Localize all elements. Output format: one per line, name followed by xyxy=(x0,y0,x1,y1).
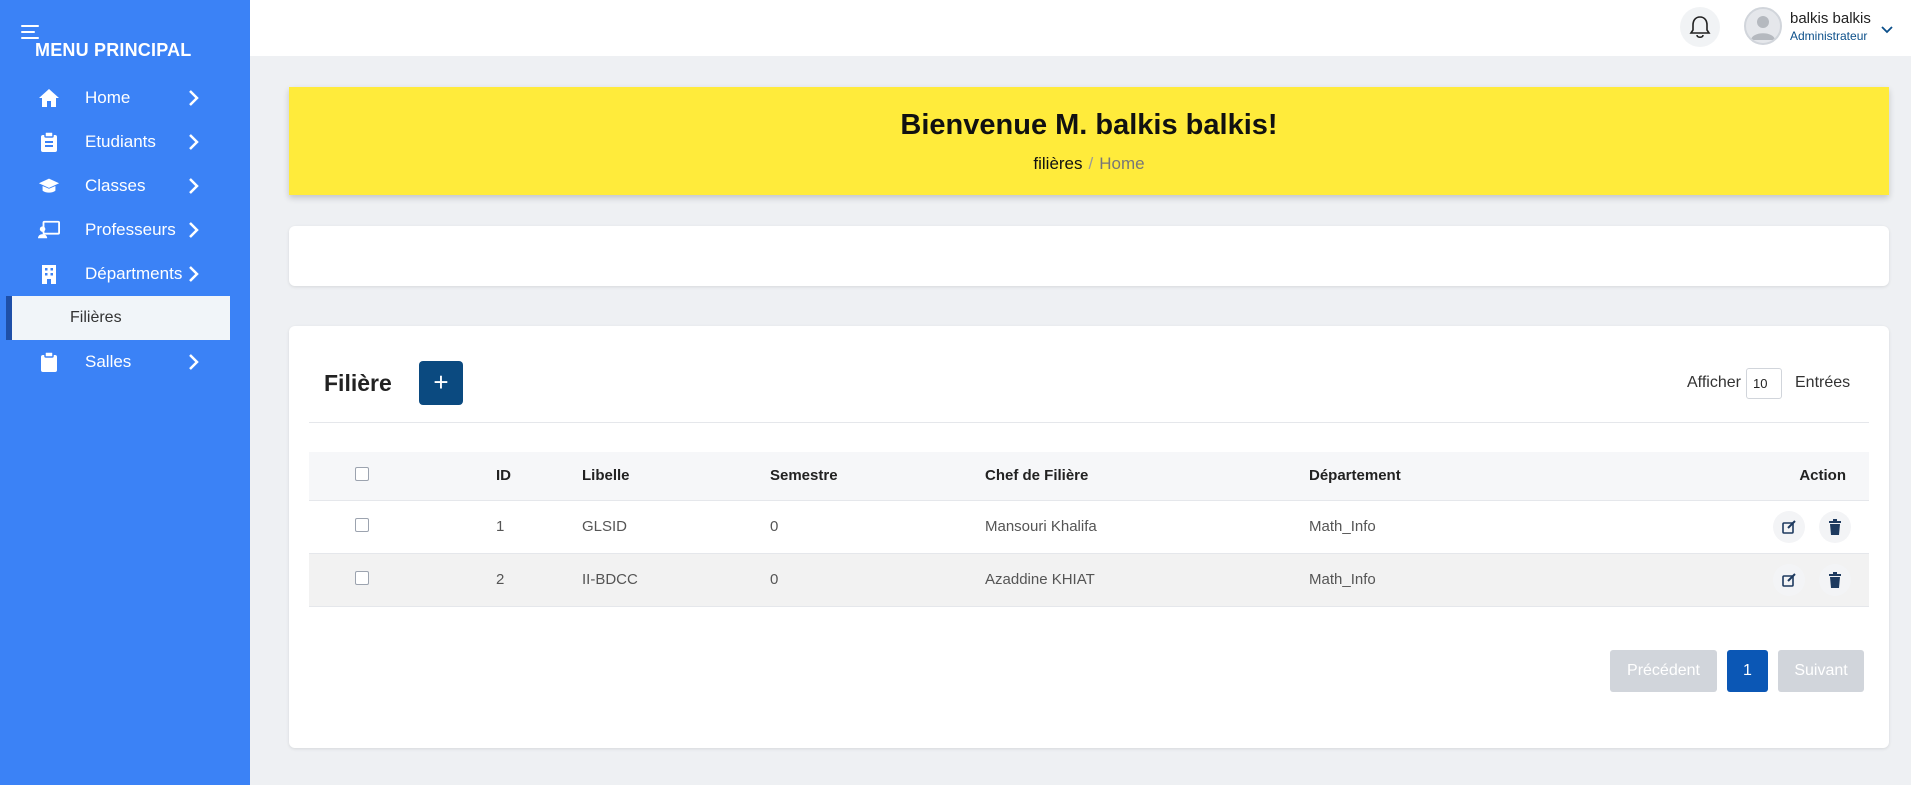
column-header-semestre: Semestre xyxy=(770,467,838,485)
sidebar: MENU PRINCIPAL Home Etudiants Classes Pr… xyxy=(0,0,250,785)
chevron-right-icon xyxy=(186,133,202,151)
column-header-id: ID xyxy=(496,467,511,485)
sidebar-item-label: Professeurs xyxy=(85,220,176,239)
cell-departement: Math_Info xyxy=(1309,518,1376,535)
graduation-cap-icon xyxy=(38,176,60,196)
divider xyxy=(309,422,1869,423)
pagination-next-button[interactable]: Suivant xyxy=(1778,650,1864,692)
cell-chef: Azaddine KHIAT xyxy=(985,571,1095,588)
column-header-departement: Département xyxy=(1309,467,1401,485)
chevron-right-icon xyxy=(186,177,202,195)
sidebar-item-classes[interactable]: Classes xyxy=(0,164,250,208)
column-header-libelle: Libelle xyxy=(582,467,630,485)
chevron-right-icon xyxy=(186,265,202,283)
delete-button[interactable] xyxy=(1819,563,1851,596)
sidebar-item-label: Salles xyxy=(85,352,132,371)
breadcrumb-separator: / xyxy=(1088,154,1094,173)
page-title: Bienvenue M. balkis balkis! xyxy=(900,109,1278,141)
user-name: balkis balkis xyxy=(1790,10,1871,27)
empty-card xyxy=(289,226,1889,286)
cell-semestre: 0 xyxy=(770,518,779,535)
sidebar-item-professeurs[interactable]: Professeurs xyxy=(0,208,250,252)
table-row: 1 GLSID 0 Mansouri Khalifa Math_Info xyxy=(309,500,1869,553)
chalkboard-teacher-icon xyxy=(38,220,60,240)
chevron-down-icon[interactable] xyxy=(1880,22,1894,34)
table-row: 2 II-BDCC 0 Azaddine KHIAT Math_Info xyxy=(309,553,1869,606)
select-all-checkbox[interactable] xyxy=(355,466,369,481)
sidebar-item-filieres[interactable]: Filières xyxy=(6,296,230,340)
chevron-right-icon xyxy=(186,353,202,371)
chevron-right-icon xyxy=(186,221,202,239)
notification-bell-icon[interactable] xyxy=(1680,7,1720,47)
row-checkbox[interactable] xyxy=(355,517,369,532)
show-entries-label: Afficher xyxy=(1687,374,1741,391)
sidebar-item-etudiants[interactable]: Etudiants xyxy=(0,120,250,164)
delete-button[interactable] xyxy=(1819,510,1851,543)
pagination-page-button[interactable]: 1 xyxy=(1727,650,1768,692)
pagination-previous-button[interactable]: Précédent xyxy=(1610,650,1717,692)
edit-icon xyxy=(1782,519,1796,534)
chevron-right-icon xyxy=(186,89,202,107)
menu-title: MENU PRINCIPAL xyxy=(35,40,192,60)
breadcrumb-current: filières xyxy=(1033,154,1083,173)
clipboard-icon xyxy=(38,352,60,372)
cell-libelle: GLSID xyxy=(582,518,628,535)
avatar[interactable] xyxy=(1744,7,1782,45)
cell-id: 1 xyxy=(496,518,505,535)
sidebar-item-label: Départments xyxy=(85,264,183,283)
sidebar-item-salles[interactable]: Salles xyxy=(0,340,250,384)
welcome-banner: Bienvenue M. balkis balkis! filières / Hom… xyxy=(289,87,1889,195)
trash-icon xyxy=(1829,518,1841,535)
sidebar-item-label: Etudiants xyxy=(85,132,156,151)
column-header-chef: Chef de Filière xyxy=(985,467,1089,485)
sidebar-item-label: Home xyxy=(85,88,131,107)
cell-chef: Mansouri Khalifa xyxy=(985,518,1097,535)
trash-icon xyxy=(1829,571,1841,588)
sidebar-item-departments[interactable]: Départments xyxy=(0,252,250,296)
clipboard-icon xyxy=(38,132,60,152)
breadcrumb-home-link[interactable]: Home xyxy=(1099,154,1144,173)
row-checkbox[interactable] xyxy=(355,570,369,585)
hamburger-menu-icon[interactable] xyxy=(21,25,41,39)
topbar xyxy=(250,0,1911,56)
sidebar-item-home[interactable]: Home xyxy=(0,76,250,120)
sidebar-item-label: Classes xyxy=(85,176,146,195)
edit-button[interactable] xyxy=(1772,563,1805,596)
card-title: Filière xyxy=(324,370,392,396)
sidebar-item-label: Filières xyxy=(70,309,122,326)
entries-label: Entrées xyxy=(1795,374,1851,391)
cell-libelle: II-BDCC xyxy=(582,571,638,588)
table-header-row: ID Libelle Semestre Chef de Filière Dépa… xyxy=(309,452,1869,500)
column-header-action: Action xyxy=(1799,467,1846,485)
entries-count-input[interactable] xyxy=(1746,368,1782,399)
cell-departement: Math_Info xyxy=(1309,571,1376,588)
edit-icon xyxy=(1782,572,1796,587)
building-icon xyxy=(38,264,60,284)
home-icon xyxy=(38,88,60,108)
cell-semestre: 0 xyxy=(770,571,779,588)
cell-id: 2 xyxy=(496,571,505,588)
add-filiere-button[interactable]: + xyxy=(419,361,463,405)
user-role: Administrateur xyxy=(1790,29,1868,43)
filiere-table-card: Filière + Afficher Entrées ID Libelle Se… xyxy=(289,326,1889,748)
edit-button[interactable] xyxy=(1772,510,1805,543)
filiere-table: ID Libelle Semestre Chef de Filière Dépa… xyxy=(309,452,1869,607)
breadcrumb: filières / Home xyxy=(289,154,1889,174)
sidebar-nav: Home Etudiants Classes Professeurs Dépar… xyxy=(0,76,250,384)
